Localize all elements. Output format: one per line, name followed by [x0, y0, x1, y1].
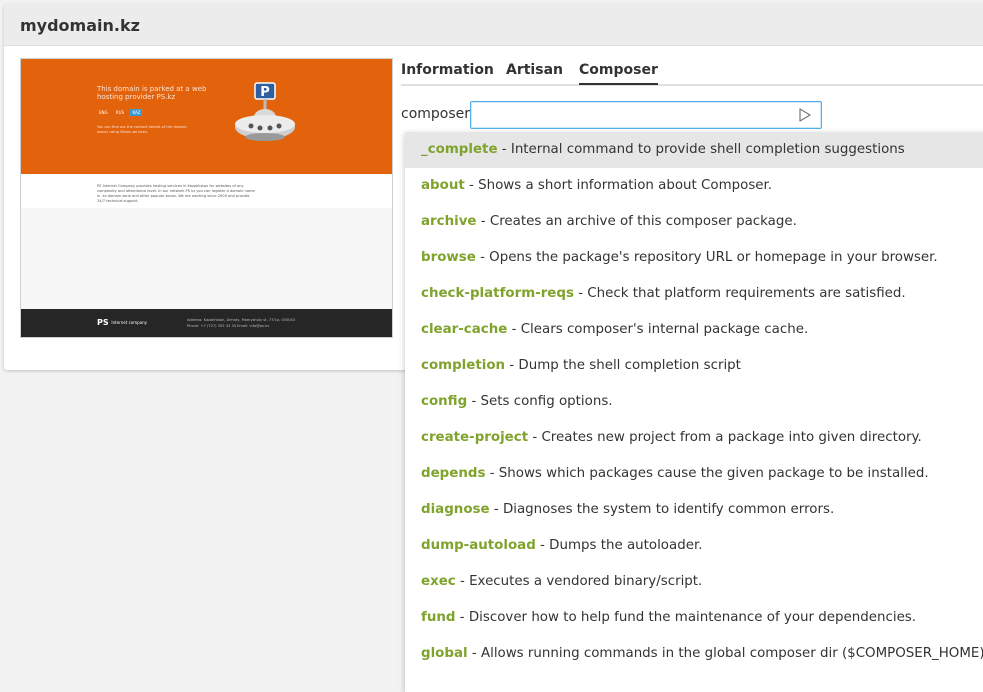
suggestion-command: completion [421, 358, 506, 373]
suggestion-description: - Executes a vendored binary/script. [455, 574, 703, 589]
preview-lang-switcher: ENG RUS KAZ [97, 109, 145, 116]
preview-lang: ENG [99, 110, 108, 115]
suggestion-item[interactable]: about - Shows a short information about … [405, 168, 983, 204]
suggestion-item[interactable]: global - Allows running commands in the … [405, 636, 983, 672]
suggestion-description: - Diagnoses the system to identify commo… [489, 502, 835, 517]
parking-ufo-icon: P [235, 82, 295, 141]
preview-banner: This domain is parked at a web hosting p… [21, 59, 392, 174]
suggestion-command: about [421, 178, 465, 193]
autocomplete-dropdown: _complete - Internal command to provide … [405, 132, 983, 692]
tab-artisan[interactable]: Artisan [506, 62, 563, 84]
suggestion-command: diagnose [421, 502, 490, 517]
suggestion-item[interactable]: browse - Opens the package's repository … [405, 240, 983, 276]
preview-footer: PS Internet company Address: Kazakhstan,… [21, 309, 392, 337]
suggestion-command: clear-cache [421, 322, 508, 337]
suggestion-description: - Allows running commands in the global … [467, 646, 983, 661]
preview-content: PS Internet Company provides hosting ser… [21, 174, 392, 208]
suggestion-item[interactable]: check-platform-reqs - Check that platfor… [405, 276, 983, 312]
domain-title: mydomain.kz [20, 16, 140, 35]
suggestion-item[interactable]: fund - Discover how to help fund the mai… [405, 600, 983, 636]
suggestion-description: - Sets config options. [467, 394, 613, 409]
suggestion-item[interactable]: config - Sets config options. [405, 384, 983, 420]
card-header: mydomain.kz [4, 4, 983, 46]
suggestion-description: - Creates new project from a package int… [528, 430, 922, 445]
suggestion-item[interactable]: dump-autoload - Dumps the autoloader. [405, 528, 983, 564]
preview-small-text: You can find out the contact details of … [97, 125, 187, 134]
suggestion-description: - Dump the shell completion script [505, 358, 741, 373]
suggestion-description: - Shows a short information about Compos… [464, 178, 773, 193]
suggestion-command: check-platform-reqs [421, 286, 574, 301]
site-preview-thumbnail[interactable]: This domain is parked at a web hosting p… [20, 58, 393, 338]
composer-command-input[interactable] [470, 101, 822, 129]
suggestion-command: dump-autoload [421, 538, 536, 553]
suggestion-item[interactable]: diagnose - Diagnoses the system to ident… [405, 492, 983, 528]
suggestion-command: exec [421, 574, 456, 589]
suggestion-item[interactable]: archive - Creates an archive of this com… [405, 204, 983, 240]
composer-label: composer [401, 106, 471, 122]
suggestion-description: - Creates an archive of this composer pa… [476, 214, 797, 229]
suggestion-item[interactable]: create-project - Creates new project fro… [405, 420, 983, 456]
suggestion-command: _complete [421, 142, 498, 157]
suggestion-description: - Dumps the autoloader. [535, 538, 703, 553]
suggestion-command: browse [421, 250, 476, 265]
preview-address: Address: Kazakhstan, Almaty, Mamyshuly s… [187, 318, 296, 328]
suggestion-description: - Internal command to provide shell comp… [497, 142, 905, 157]
preview-lang: KAZ [130, 109, 143, 116]
suggestion-item[interactable]: clear-cache - Clears composer's internal… [405, 312, 983, 348]
tab-bar: Information Artisan Composer [401, 58, 983, 86]
tab-composer[interactable]: Composer [579, 62, 658, 85]
suggestion-description: - Shows which packages cause the given p… [485, 466, 929, 481]
svg-text:P: P [260, 85, 270, 100]
play-triangle-icon[interactable] [797, 107, 813, 123]
preview-lang: RUS [115, 110, 125, 115]
preview-body-text: PS Internet Company provides hosting ser… [97, 184, 255, 203]
suggestion-item[interactable]: completion - Dump the shell completion s… [405, 348, 983, 384]
preview-headline: This domain is parked at a web hosting p… [97, 85, 207, 101]
suggestion-description: - Clears composer's internal package cac… [507, 322, 809, 337]
suggestion-item[interactable]: exec - Executes a vendored binary/script… [405, 564, 983, 600]
suggestion-command: config [421, 394, 468, 409]
suggestion-description: - Check that platform requirements are s… [573, 286, 906, 301]
suggestion-description: - Opens the package's repository URL or … [475, 250, 938, 265]
suggestion-command: create-project [421, 430, 529, 445]
suggestion-item[interactable]: depends - Shows which packages cause the… [405, 456, 983, 492]
composer-command-row: composer [401, 100, 983, 130]
suggestion-description: - Discover how to help fund the maintena… [455, 610, 917, 625]
preview-logo: PS Internet company [97, 318, 148, 327]
suggestion-item[interactable]: _complete - Internal command to provide … [405, 132, 983, 168]
suggestion-command: depends [421, 466, 486, 481]
suggestion-command: fund [421, 610, 456, 625]
tab-information[interactable]: Information [401, 62, 494, 84]
suggestion-command: global [421, 646, 468, 661]
suggestion-command: archive [421, 214, 477, 229]
